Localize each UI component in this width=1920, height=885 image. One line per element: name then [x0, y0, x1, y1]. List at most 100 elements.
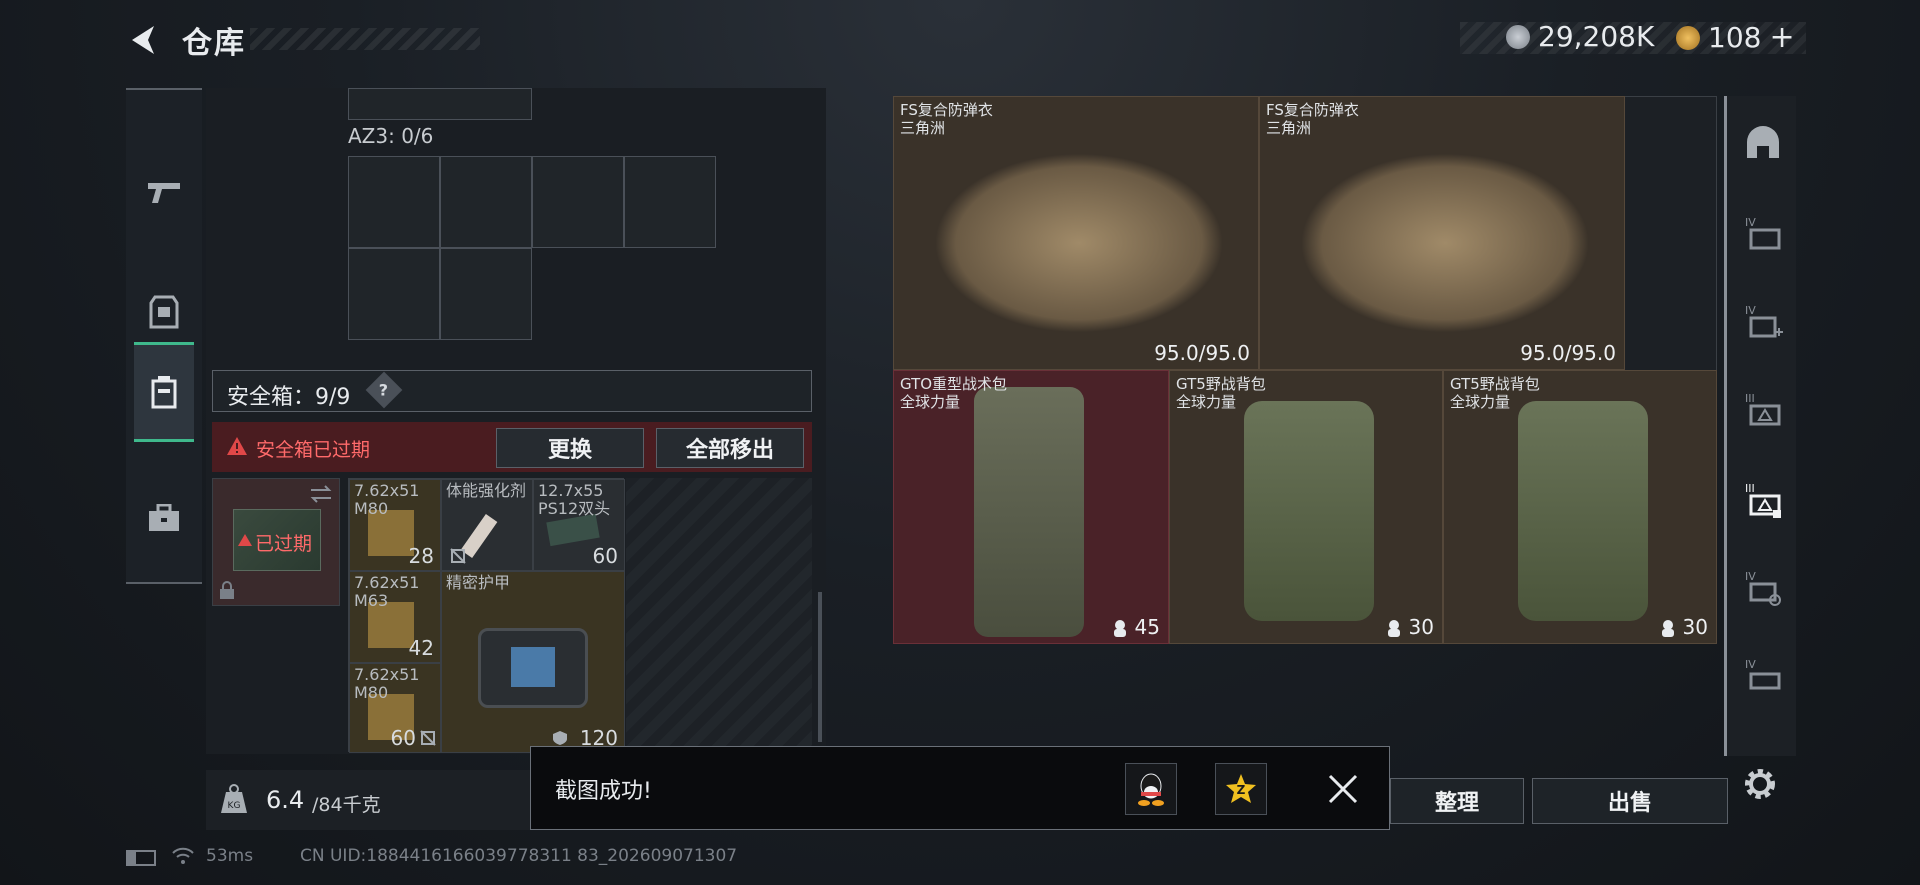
replace-button[interactable]: 更换	[496, 428, 644, 468]
help-icon[interactable]: ?	[365, 371, 403, 409]
az3-slot[interactable]	[440, 248, 532, 340]
gold-currency[interactable]: 108 +	[1676, 20, 1795, 55]
item-brand: 全球力量	[900, 393, 961, 411]
sell-button[interactable]: 出售	[1532, 778, 1728, 824]
item-name: 12.7x55 PS12双头	[538, 481, 611, 518]
ammo-pack-image	[546, 513, 600, 547]
item-name: GT5野战背包	[1450, 375, 1540, 393]
battery-icon	[126, 850, 156, 866]
filter-armor-iv-search[interactable]: IV	[1739, 564, 1787, 612]
filter-armor-iii[interactable]: III	[1739, 386, 1787, 434]
svg-text:IV: IV	[1745, 216, 1756, 229]
page-title: 仓库	[182, 26, 246, 61]
nav-items[interactable]	[134, 468, 194, 568]
sort-button[interactable]: 整理	[1390, 778, 1524, 824]
item-capacity: 30	[1682, 615, 1708, 639]
armor-iv-search-icon: IV	[1745, 570, 1781, 606]
gold-amount: 108	[1708, 21, 1762, 54]
scrollbar[interactable]	[818, 592, 822, 742]
wifi-icon	[172, 847, 194, 864]
safe-item[interactable]: 12.7x55 PS12双头 60	[533, 479, 625, 571]
briefcase-icon	[149, 504, 179, 531]
armor-iv-card-icon: IV	[1745, 658, 1781, 690]
safe-item[interactable]: 7.62x51 M63 42	[349, 571, 441, 663]
filter-helmet[interactable]	[1739, 120, 1787, 168]
armor-iii-icon: III	[1745, 392, 1781, 426]
inventory-item[interactable]: FS复合防弹衣 三角洲 95.0/95.0	[1259, 96, 1625, 370]
screenshot-toast: 截图成功! Z	[530, 746, 1390, 830]
share-qzone-button[interactable]: Z	[1215, 763, 1267, 815]
az3-slot[interactable]	[348, 248, 440, 340]
inventory-item[interactable]: FS复合防弹衣 三角洲 95.0/95.0	[893, 96, 1259, 370]
capacity-icon	[1662, 620, 1674, 637]
safe-box-header: 安全箱：9/9 ?	[212, 370, 812, 412]
safe-item[interactable]: 7.62x51 M80 28	[349, 479, 441, 571]
body-armor-image	[934, 153, 1224, 333]
add-currency-button[interactable]: +	[1769, 20, 1794, 55]
filter-armor-iv[interactable]: IV	[1739, 210, 1787, 258]
item-capacity: 30	[1408, 615, 1434, 639]
armor-kit-panel	[511, 647, 555, 687]
nav-safe-case[interactable]	[134, 342, 194, 442]
az3-label: AZ3: 0/6	[348, 124, 434, 148]
silver-coin-icon	[1506, 24, 1530, 49]
storage-slot-top[interactable]	[348, 88, 532, 120]
syringe-image	[460, 513, 498, 559]
inventory-item[interactable]: GTO重型战术包 全球力量 45	[893, 370, 1169, 644]
az3-slot[interactable]	[532, 156, 624, 248]
item-count: 60	[390, 726, 416, 750]
share-qq-button[interactable]	[1125, 763, 1177, 815]
warning-icon	[238, 534, 252, 546]
back-arrow-icon[interactable]	[126, 22, 162, 58]
filter-nav: IV IV III III IV IV	[1724, 96, 1796, 756]
item-name: 精密护甲	[446, 573, 511, 592]
safe-box-grid: 7.62x51 M80 28 体能强化剂 12.7x55 PS12双头 60 7…	[348, 478, 625, 753]
filter-armor-iii-selected[interactable]: III	[1739, 476, 1787, 524]
svg-text:Z: Z	[1237, 783, 1246, 797]
filter-armor-iv-plus[interactable]: IV	[1739, 298, 1787, 346]
swap-icon[interactable]	[309, 485, 333, 503]
az3-slot[interactable]	[624, 156, 716, 248]
battery-level	[128, 852, 136, 864]
item-name: 7.62x51 M80	[354, 665, 420, 702]
armor-iv-icon: IV	[1745, 216, 1781, 250]
safe-item[interactable]: 体能强化剂	[441, 479, 533, 571]
safe-case-icon	[151, 376, 177, 409]
svg-text:III: III	[1745, 482, 1755, 495]
safe-item[interactable]: 7.62x51 M80 60	[349, 663, 441, 753]
close-icon[interactable]	[1327, 773, 1359, 805]
safe-box-item[interactable]: 已过期	[212, 478, 340, 606]
filter-armor-iv-card[interactable]: IV	[1739, 652, 1787, 700]
capacity-icon	[1388, 620, 1400, 637]
inventory-item[interactable]: GT5野战背包 全球力量 30	[1169, 370, 1443, 644]
inventory-item[interactable]: GT5野战背包 全球力量 30	[1443, 370, 1717, 644]
item-name: GTO重型战术包	[900, 375, 1008, 393]
az3-slot[interactable]	[440, 156, 532, 248]
item-count: 42	[408, 636, 434, 660]
nav-weapons[interactable]	[134, 142, 194, 242]
backpack-image	[1244, 401, 1374, 621]
move-all-button[interactable]: 全部移出	[656, 428, 804, 468]
svg-text:IV: IV	[1745, 304, 1756, 317]
item-count: 28	[408, 544, 434, 568]
item-brand: 三角洲	[900, 119, 946, 137]
capacity-icon	[1114, 620, 1126, 637]
body-armor-image	[1300, 153, 1590, 333]
item-brand: 三角洲	[1266, 119, 1312, 137]
ping-text: 53ms	[206, 846, 254, 866]
no-trade-icon	[420, 730, 436, 746]
item-name: GT5野战背包	[1176, 375, 1266, 393]
gold-coin-icon	[1676, 25, 1700, 50]
backpack-image	[1518, 401, 1648, 621]
no-trade-icon	[450, 548, 466, 564]
az3-slot[interactable]	[348, 156, 440, 248]
item-count: 60	[592, 544, 618, 568]
durability-icon	[553, 731, 567, 745]
locked-area	[626, 478, 812, 752]
weight-icon: KG	[221, 784, 247, 813]
helmet-icon	[1747, 126, 1779, 158]
weight-max: /84千克	[312, 794, 381, 816]
settings-gear-icon[interactable]	[1740, 764, 1780, 804]
item-name: FS复合防弹衣	[1266, 101, 1359, 119]
safe-item[interactable]: 精密护甲 120	[441, 571, 625, 753]
